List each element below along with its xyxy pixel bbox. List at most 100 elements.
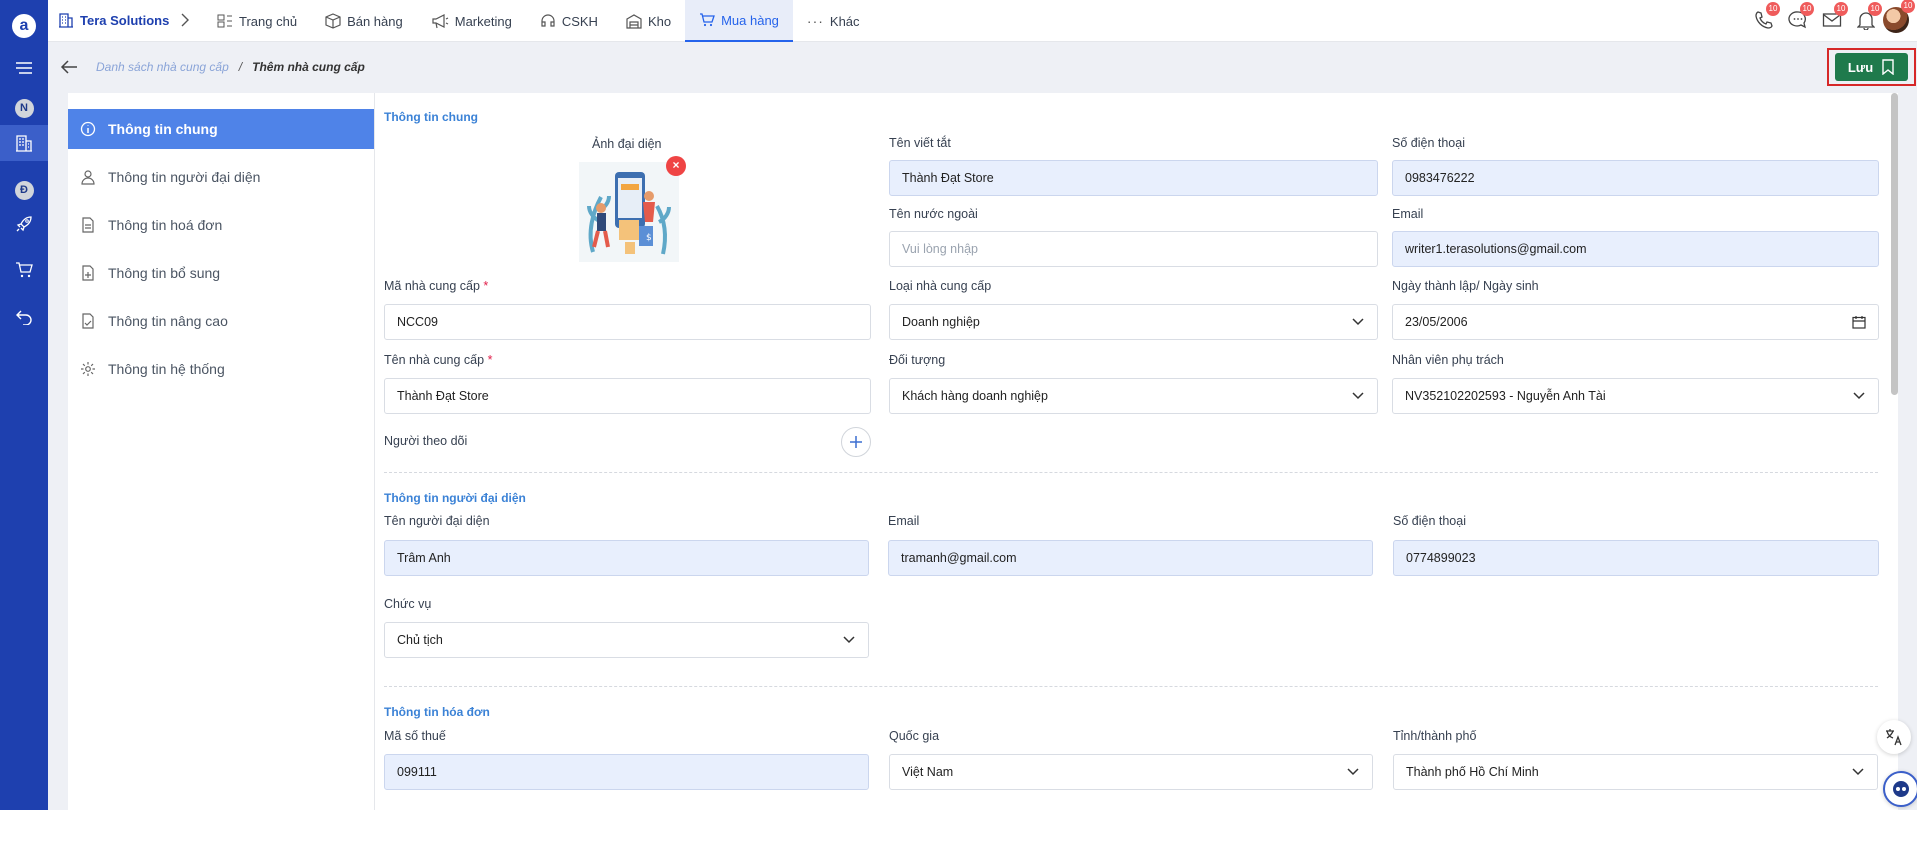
supplier-avatar-image[interactable]: $ [579, 162, 679, 262]
chevron-down-icon [1347, 768, 1359, 776]
breadcrumb-parent-link[interactable]: Danh sách nhà cung cấp [96, 60, 229, 74]
rep-email-value: tramanh@gmail.com [901, 551, 1017, 565]
brand[interactable]: Tera Solutions [58, 0, 169, 40]
scrollbar-thumb[interactable] [1891, 93, 1898, 395]
mail-button[interactable]: 10 [1815, 0, 1849, 40]
save-button[interactable]: Lưu [1835, 53, 1908, 81]
country-select[interactable]: Việt Nam [889, 754, 1373, 790]
code-value: NCC09 [397, 315, 438, 329]
founded-date-input[interactable]: 23/05/2006 [1392, 304, 1879, 340]
supplier-name-label: Tên nhà cung cấp * [384, 353, 493, 367]
bot-icon [1893, 781, 1909, 797]
nav-label: Kho [647, 13, 672, 29]
section-title-invoice: Thông tin hóa đơn [384, 705, 490, 719]
rep-phone-value: 0774899023 [1406, 551, 1476, 565]
foreign-name-input[interactable]: Vui lòng nhập [889, 231, 1378, 267]
back-arrow-icon[interactable] [60, 59, 78, 75]
section-title-representative: Thông tin người đại diện [384, 491, 526, 505]
tab-label: Thông tin nâng cao [108, 313, 228, 329]
supplier-type-value: Doanh nghiệp [902, 315, 980, 329]
supplier-type-label: Loại nhà cung cấp [889, 279, 992, 293]
translate-icon [1886, 729, 1902, 746]
tab-thong-tin-bo-sung[interactable]: Thông tin bổ sung [68, 253, 374, 293]
left-rail: a N Đ [0, 0, 48, 810]
rep-email-field[interactable]: tramanh@gmail.com [888, 540, 1373, 576]
email-value: writer1.terasolutions@gmail.com [1405, 242, 1587, 256]
section-divider [384, 686, 1878, 687]
rep-phone-label: Số điện thoại [1393, 514, 1466, 528]
position-select[interactable]: Chủ tịch [384, 622, 869, 658]
warehouse-icon [626, 14, 642, 29]
app-logo-icon[interactable]: a [12, 14, 36, 38]
chatbot-button[interactable] [1883, 771, 1917, 807]
rocket-icon[interactable] [12, 212, 36, 236]
cart-icon[interactable] [12, 258, 36, 282]
section-divider [384, 472, 1878, 473]
nav-label: Trang chủ [239, 13, 298, 29]
brand-name: Tera Solutions [80, 12, 170, 28]
staff-value: NV352102202593 - Nguyễn Anh Tài [1405, 389, 1606, 403]
megaphone-icon [432, 14, 449, 29]
phone-button[interactable]: 10 [1747, 0, 1781, 40]
bell-button[interactable]: 10 [1849, 0, 1883, 40]
building-icon [59, 13, 73, 28]
nav-cskh[interactable]: CSKH [526, 0, 612, 42]
target-label: Đối tượng [889, 353, 946, 367]
rep-name-field[interactable]: Trâm Anh [384, 540, 869, 576]
nav-ban-hang[interactable]: Bán hàng [311, 0, 417, 42]
rep-name-value: Trâm Anh [397, 551, 451, 565]
email-label: Email [1392, 207, 1424, 221]
add-follower-button[interactable] [841, 427, 871, 457]
foreign-name-placeholder: Vui lòng nhập [902, 242, 978, 256]
avatar-label: Ảnh đại diện [592, 137, 662, 151]
province-select[interactable]: Thành phố Hồ Chí Minh [1393, 754, 1878, 790]
undo-icon[interactable] [12, 304, 36, 328]
short-name-field[interactable]: Thành Đạt Store [889, 160, 1378, 196]
country-label: Quốc gia [889, 729, 940, 743]
nav-marketing[interactable]: Marketing [417, 0, 526, 42]
province-value: Thành phố Hồ Chí Minh [1406, 765, 1539, 779]
followers-label: Người theo dõi [384, 434, 468, 448]
supplier-code-input[interactable]: NCC09 [384, 304, 871, 340]
workspace-badge-n[interactable]: N [12, 96, 36, 120]
menu-icon[interactable] [12, 56, 36, 80]
file-plus-icon [82, 265, 94, 281]
save-label: Lưu [1847, 59, 1874, 75]
nav-label: Marketing [454, 13, 512, 29]
remove-image-button[interactable]: × [666, 156, 686, 176]
rep-phone-field[interactable]: 0774899023 [1393, 540, 1879, 576]
tab-thong-tin-hoa-don[interactable]: Thông tin hoá đơn [68, 205, 374, 245]
building-icon[interactable] [12, 131, 36, 155]
nav-label: Khác [829, 13, 860, 29]
nav-label: CSKH [561, 13, 598, 29]
nav-kho[interactable]: Kho [612, 0, 685, 42]
supplier-type-select[interactable]: Doanh nghiệp [889, 304, 1378, 340]
workspace-badge-d[interactable]: Đ [12, 178, 36, 202]
nav-mua-hang[interactable]: Mua hàng [685, 0, 793, 42]
phone-field[interactable]: 0983476222 [1392, 160, 1879, 196]
mail-badge: 10 [1834, 2, 1848, 16]
tax-code-label: Mã số thuế [384, 729, 446, 743]
nav-khac[interactable]: ··· Khác [793, 0, 874, 42]
nav-trang-chu[interactable]: Trang chủ [203, 0, 311, 42]
tab-thong-tin-chung[interactable]: Thông tin chung [68, 109, 382, 149]
supplier-name-input[interactable]: Thành Đạt Store [384, 378, 871, 414]
breadcrumb: Danh sách nhà cung cấp / Thêm nhà cung c… [60, 56, 365, 78]
chat-button[interactable]: 10 [1781, 0, 1815, 40]
position-value: Chủ tịch [397, 633, 443, 647]
target-select[interactable]: Khách hàng doanh nghiệp [889, 378, 1378, 414]
avatar[interactable]: 10 [1883, 0, 1915, 33]
tab-thong-tin-nguoi-dai-dien[interactable]: Thông tin người đại diện [68, 157, 374, 197]
tab-label: Thông tin hoá đơn [108, 217, 223, 233]
home-icon [217, 14, 232, 28]
staff-select[interactable]: NV352102202593 - Nguyễn Anh Tài [1392, 378, 1879, 414]
translate-button[interactable] [1877, 720, 1911, 754]
tax-code-field[interactable]: 099111 [384, 754, 869, 790]
tab-label: Thông tin hệ thống [108, 361, 225, 377]
tab-thong-tin-nang-cao[interactable]: Thông tin nâng cao [68, 301, 374, 341]
breadcrumb-current: Thêm nhà cung cấp [252, 60, 365, 74]
province-label: Tỉnh/thành phố [1393, 729, 1477, 743]
email-field[interactable]: writer1.terasolutions@gmail.com [1392, 231, 1879, 267]
tab-thong-tin-he-thong[interactable]: Thông tin hệ thống [68, 349, 374, 389]
chevron-down-icon [1352, 392, 1364, 400]
